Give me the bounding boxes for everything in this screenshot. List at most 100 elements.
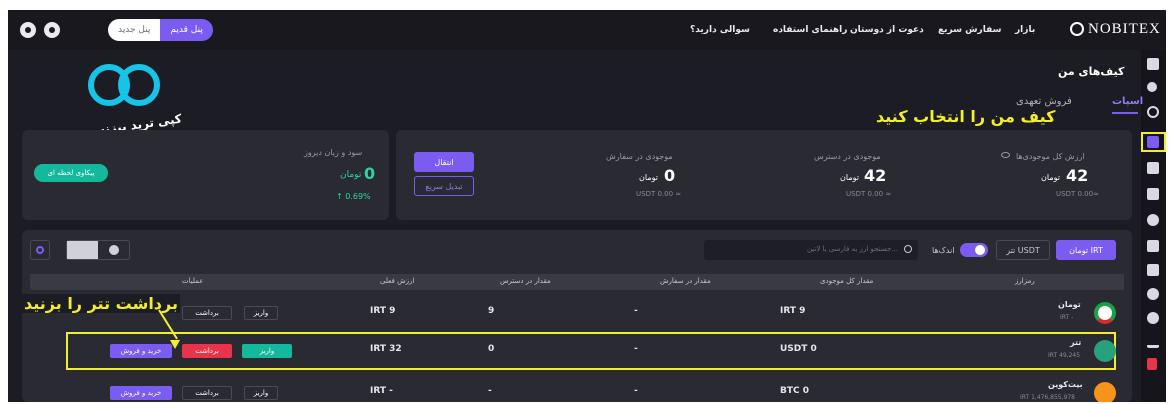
cell-value: IRT 9 <box>370 306 396 316</box>
panel-new-option[interactable]: پنل جدید <box>108 19 161 41</box>
quick-convert-button[interactable]: تبدیل سریع <box>414 176 474 196</box>
coin-price: IRT - <box>1060 314 1074 321</box>
add-user-icon[interactable] <box>1147 336 1159 348</box>
shield-icon[interactable] <box>1147 288 1159 300</box>
panel-switch[interactable]: پنل جدید پنل قدیم <box>108 19 213 41</box>
order-label: موجودی در سفارش <box>606 152 673 161</box>
total-label: ارزش کل موجودی‌ها <box>1016 152 1085 161</box>
refresh-icon[interactable] <box>1147 106 1159 118</box>
cell-total: IRT 9 <box>780 306 806 316</box>
toggle-knob <box>975 245 985 255</box>
tab-margin[interactable]: فروش تعهدی <box>1016 96 1072 107</box>
logout-icon[interactable] <box>1147 358 1157 370</box>
chart-icon[interactable] <box>1147 162 1159 174</box>
eye-icon[interactable] <box>1001 152 1010 158</box>
th-available: مقدار در دسترس <box>500 277 551 285</box>
available-usdt: USDT 0.00 ≈ <box>846 190 892 198</box>
withdraw-button[interactable]: برداشت <box>182 386 232 400</box>
coin-price: IRT 49,245 <box>1048 352 1081 359</box>
transfer-button[interactable]: انتقال <box>414 152 474 172</box>
panel-old-option[interactable]: پنل قدیم <box>160 19 213 41</box>
wallet-icon[interactable] <box>1147 136 1159 148</box>
profit-label: سود و زیان دیروز <box>304 148 363 157</box>
buy-sell-button[interactable]: خرید و فروش <box>110 386 172 400</box>
cell-order: - <box>634 344 638 354</box>
order-usdt: USDT 0.00 ≈ <box>636 190 682 198</box>
profit-change: ↑ 0.69% <box>336 192 371 201</box>
dashboard-icon[interactable] <box>1147 58 1159 70</box>
available-value: 42 <box>864 166 887 185</box>
tab-spot-underline <box>1112 112 1138 114</box>
user-icon[interactable] <box>20 22 36 38</box>
nav-market[interactable]: بازار <box>1015 25 1035 35</box>
search-icon <box>904 245 912 253</box>
search-input[interactable]: جستجو ارز به فارسی یا لاتین... <box>704 240 918 260</box>
deposit-button[interactable]: واریز <box>244 306 278 320</box>
annotation-arrow2-head <box>170 340 180 349</box>
order-unit: تومان <box>639 173 658 182</box>
deposit-button[interactable]: واریز <box>244 386 278 400</box>
coin-name: تومان <box>1058 300 1081 309</box>
instant-chart-button[interactable]: پیکاوی لحظه ای <box>34 164 108 182</box>
calendar-icon[interactable] <box>1147 264 1159 276</box>
annotation-select-wallet: کیف من را انتخاب کنید <box>876 107 1056 126</box>
total-value: 42 <box>1066 166 1089 185</box>
nav-invite[interactable]: دعوت از دوستان <box>850 25 924 35</box>
th-actions: عملیات <box>182 277 204 285</box>
bitcoin-icon <box>1094 382 1116 402</box>
list-view-icon[interactable] <box>67 241 98 259</box>
history-icon[interactable] <box>1147 214 1159 226</box>
tab-usdt[interactable]: تتر USDT <box>996 240 1050 260</box>
deposit-button[interactable]: واریز <box>242 344 292 358</box>
small-balances-toggle[interactable] <box>960 243 988 257</box>
nav-guide[interactable]: راهنمای استفاده <box>773 25 847 35</box>
coin-price: IRT 1,476,855,978 <box>1020 394 1075 401</box>
order-value: 0 <box>664 166 676 185</box>
search-placeholder: جستجو ارز به فارسی یا لاتین... <box>806 245 898 253</box>
cell-value: IRT - <box>370 386 393 396</box>
app-window: پنل جدید پنل قدیم سوالی دارید؟ راهنمای ا… <box>8 10 1166 402</box>
cell-total: USDT 0 <box>780 344 817 354</box>
table-row-bitcoin: بیت‌کوین IRT 1,476,855,978 BTC 0 - - IRT… <box>30 376 1124 402</box>
list-icon[interactable] <box>1147 240 1159 252</box>
top-bar: پنل جدید پنل قدیم سوالی دارید؟ راهنمای ا… <box>8 10 1166 50</box>
buy-sell-button[interactable]: خرید و فروش <box>110 344 172 358</box>
small-balances-label: اندک‌ها <box>932 246 955 255</box>
cell-available: 9 <box>488 306 495 316</box>
table-header: رمزارز مقدار کل موجودی مقدار در سفارش مق… <box>30 274 1124 290</box>
total-unit: تومان <box>1041 173 1060 182</box>
pie-view-button[interactable] <box>98 241 129 259</box>
nobitex-logo-icon <box>1070 22 1084 36</box>
withdraw-button[interactable]: برداشت <box>182 344 232 358</box>
refresh-table-button[interactable] <box>30 240 50 260</box>
watermark-logo-right-ring <box>118 64 160 106</box>
table-row-toman: تومان IRT - IRT 9 - 9 IRT 9 واریز برداشت <box>30 296 1124 330</box>
settings-icon[interactable] <box>44 22 60 38</box>
cell-available: 0 <box>488 344 495 354</box>
cell-order: - <box>634 306 638 316</box>
available-label: موجودی در دسترس <box>814 152 881 161</box>
th-order: مقدار در سفارش <box>660 277 711 285</box>
document-icon[interactable] <box>1147 188 1159 200</box>
logo-text[interactable]: NOBITEX <box>1088 21 1161 38</box>
profit-unit: تومان <box>340 170 362 180</box>
profit-card: سود و زیان دیروز 0 تومان ↑ 0.69% پیکاوی … <box>22 130 389 220</box>
total-usdt: USDT 0.00≈ <box>1056 190 1099 198</box>
view-toggle[interactable] <box>66 240 130 260</box>
cell-order: - <box>634 386 638 396</box>
nav-quick-order[interactable]: سفارش سریع <box>938 25 1001 35</box>
tether-icon <box>1094 340 1116 362</box>
pie-view-icon <box>108 245 119 255</box>
nav-help[interactable]: سوالی دارید؟ <box>690 25 750 35</box>
tab-spot[interactable]: اسپات <box>1112 96 1143 107</box>
withdraw-button[interactable]: برداشت <box>182 306 232 320</box>
share-icon[interactable] <box>1147 82 1157 92</box>
coin-name: تتر <box>1070 338 1082 347</box>
th-value: ارزش فعلی <box>380 277 415 285</box>
coin-name: بیت‌کوین <box>1048 380 1083 389</box>
available-unit: تومان <box>840 173 859 182</box>
refresh-table-icon <box>36 246 44 254</box>
tab-irt[interactable]: تومان IRT <box>1056 240 1116 260</box>
page-title: کیف‌های من <box>1058 65 1125 78</box>
info-icon[interactable] <box>1147 312 1159 324</box>
